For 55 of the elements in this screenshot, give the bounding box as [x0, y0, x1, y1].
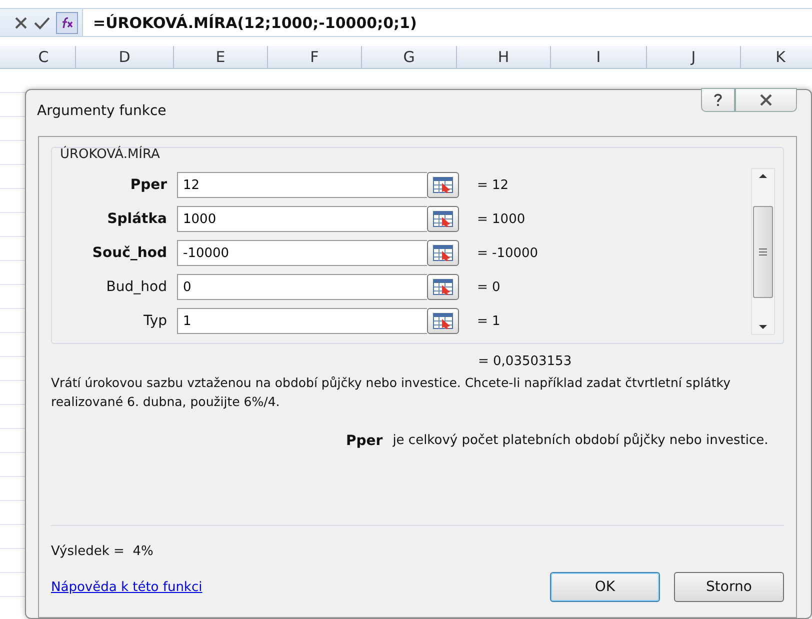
formula-result: = 0,03503153 — [478, 354, 573, 369]
column-header[interactable]: J — [647, 46, 741, 68]
column-header[interactable]: C — [12, 46, 76, 68]
argument-field[interactable]: 1 — [177, 308, 427, 334]
argument-field[interactable]: 1000 — [177, 206, 427, 232]
argument-label: Typ — [142, 313, 168, 329]
collapse-button[interactable] — [427, 206, 459, 232]
argument-description: je celkový počet platebních období půjčky nebo investice. — [392, 433, 768, 449]
grip-icon — [759, 248, 767, 256]
formula-field[interactable]: =ÚROKOVÁ.MÍRA(12;1000;-10000;0;1) — [82, 9, 812, 36]
function-description: Vrátí úrokovou sazbu vztaženou na období půjčky nebo investice. Chcete-li například zadat čtvrtletní splátky realizované 6. dubna, použijte 6%/4. — [51, 374, 732, 411]
function-name: ÚROKOVÁ.MÍRA — [60, 147, 161, 162]
close-icon — [759, 94, 773, 106]
argument-result: = -10000 — [477, 246, 538, 260]
argument-result: = 1000 — [477, 212, 526, 226]
argument-label: Pper — [129, 177, 168, 193]
column-header[interactable]: D — [76, 46, 174, 68]
argument-field[interactable]: -10000 — [177, 240, 427, 266]
collapse-button[interactable] — [427, 308, 459, 334]
column-header[interactable]: H — [457, 46, 551, 68]
argument-result: = 12 — [477, 178, 509, 192]
column-header[interactable]: E — [174, 46, 268, 68]
column-header[interactable]: F — [268, 46, 362, 68]
argument-label: Splátka — [106, 211, 168, 227]
collapse-button[interactable] — [427, 240, 459, 266]
collapse-button[interactable] — [427, 274, 459, 300]
enter-icon[interactable] — [34, 16, 50, 30]
collapse-button[interactable] — [427, 172, 459, 198]
help-link[interactable]: Nápověda k této funkci — [51, 580, 202, 594]
close-button[interactable] — [735, 88, 797, 112]
ok-button[interactable]: OK — [550, 572, 660, 602]
argument-label: Bud_hod — [105, 279, 168, 295]
column-header[interactable]: G — [362, 46, 457, 68]
help-button[interactable] — [701, 88, 735, 112]
cancel-icon[interactable] — [14, 16, 28, 30]
argument-field[interactable]: 0 — [177, 274, 427, 300]
cell-reference-icon — [433, 279, 453, 295]
scrollbar-thumb[interactable] — [753, 206, 773, 298]
argument-result: = 0 — [477, 280, 500, 294]
column-header[interactable]: I — [551, 46, 647, 68]
cell-reference-icon — [433, 245, 453, 261]
question-mark-icon — [712, 93, 724, 107]
argument-result: = 1 — [477, 314, 500, 328]
column-header[interactable]: K — [741, 46, 812, 68]
scrollbar[interactable] — [751, 168, 775, 335]
cancel-button[interactable]: Storno — [674, 572, 784, 602]
insert-function-icon[interactable] — [56, 12, 78, 34]
cell-reference-icon — [433, 313, 453, 329]
result-text: Výsledek = 4% — [51, 544, 154, 559]
cell-reference-icon — [433, 177, 453, 193]
argument-label: Souč_hod — [91, 245, 168, 261]
argument-field[interactable]: 12 — [177, 172, 427, 198]
cell-reference-icon — [433, 211, 453, 227]
dialog-title: Argumenty funkce — [37, 103, 166, 119]
argument-name: Pper — [346, 433, 383, 449]
